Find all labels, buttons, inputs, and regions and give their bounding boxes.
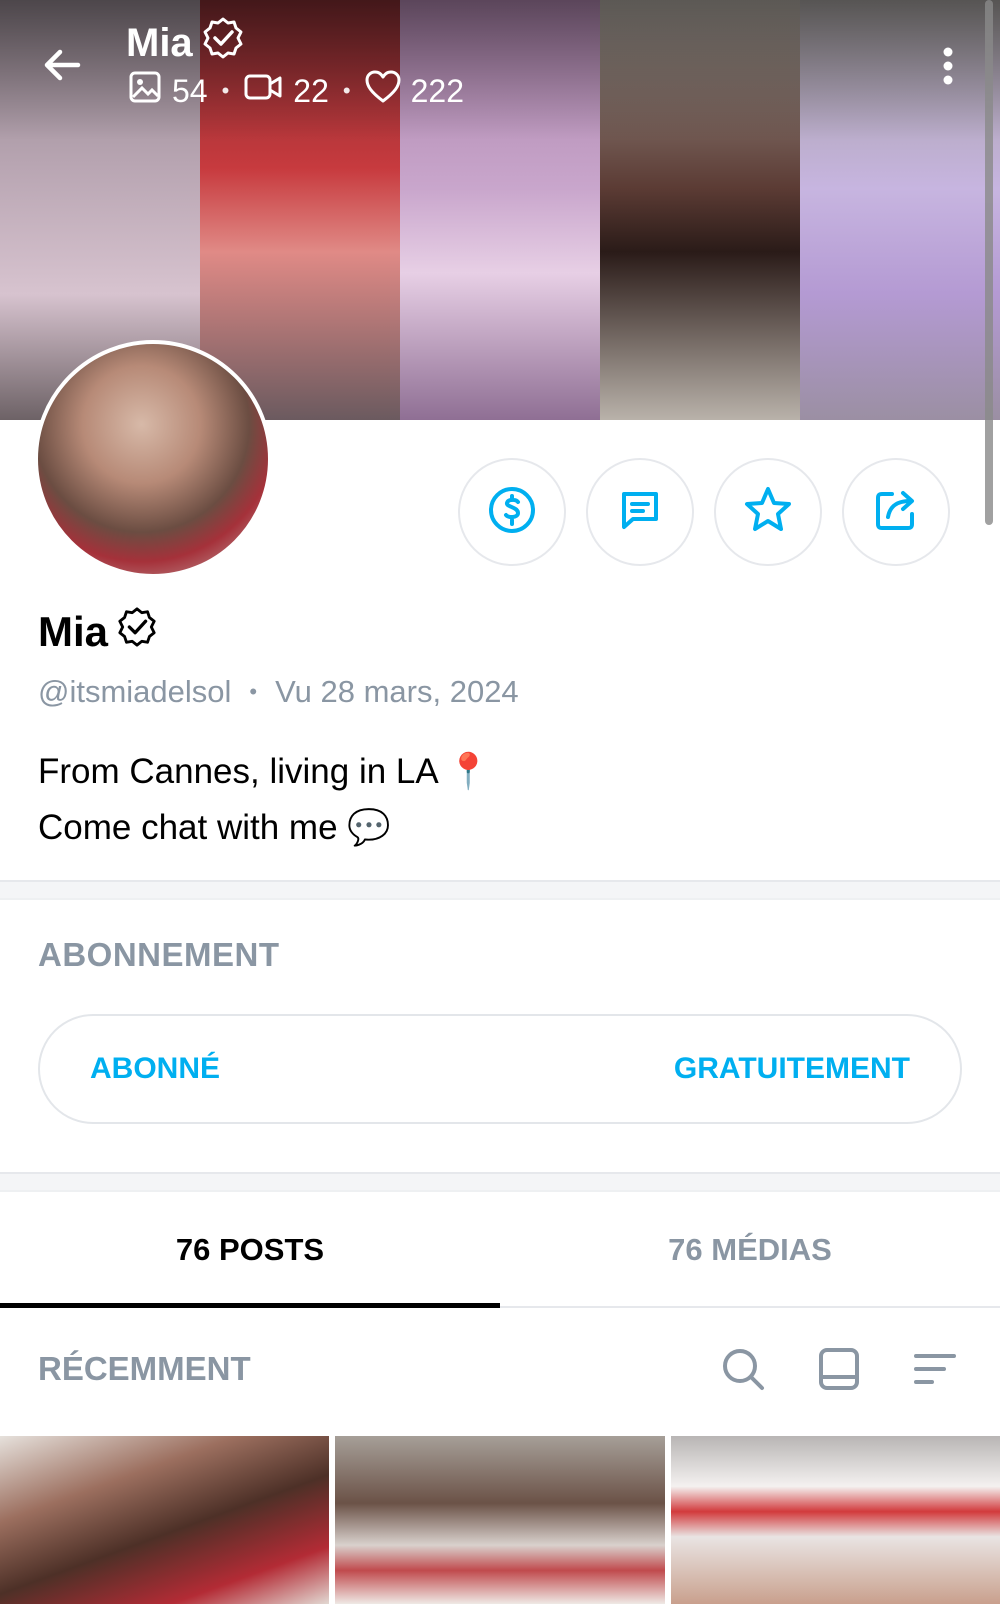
handle-separator: • (249, 679, 258, 704)
media-thumbnail[interactable] (0, 1436, 330, 1604)
verified-badge-icon (116, 606, 158, 658)
avatar[interactable] (34, 340, 272, 578)
header-name: Mia (126, 16, 245, 70)
subscribed-label: ABONNÉ (90, 1052, 221, 1085)
back-arrow-icon[interactable] (38, 40, 88, 90)
dollar-icon (487, 485, 537, 540)
media-thumbnail[interactable] (335, 1436, 665, 1604)
likes-count: 222 (410, 72, 464, 109)
bio-line: From Cannes, living in LA 📍 (38, 752, 491, 791)
last-seen: Vu 28 mars, 2024 (275, 674, 519, 709)
content-tabs: 76 POSTS 76 MÉDIAS (0, 1194, 1000, 1308)
recent-title: RÉCEMMENT (38, 1350, 251, 1387)
verified-badge-icon (201, 16, 245, 70)
favorite-button[interactable] (714, 458, 822, 566)
media-thumbnail[interactable] (670, 1436, 1000, 1604)
image-icon (128, 70, 162, 112)
message-icon (615, 485, 665, 540)
video-icon (243, 70, 283, 112)
price-label: GRATUITEMENT (673, 1052, 910, 1085)
bio: From Cannes, living in LA 📍 Come chat wi… (38, 744, 490, 856)
bio-line: Come chat with me 💬 (38, 808, 391, 847)
videos-count: 22 (293, 72, 329, 109)
search-icon[interactable] (720, 1346, 766, 1392)
layout-icon[interactable] (816, 1346, 862, 1392)
profile-name: Mia (38, 606, 158, 658)
photos-stat: 54 (128, 70, 208, 112)
feed-tools (720, 1346, 958, 1392)
share-icon (870, 484, 922, 541)
stat-separator: • (221, 78, 230, 103)
media-grid (0, 1436, 1000, 1604)
section-divider (0, 1172, 1000, 1192)
scrollbar[interactable] (985, 0, 993, 525)
more-options-icon[interactable] (930, 44, 966, 88)
tab-posts[interactable]: 76 POSTS (0, 1194, 500, 1308)
tip-button[interactable] (458, 458, 566, 566)
section-divider (0, 880, 1000, 900)
profile-actions (458, 458, 950, 566)
subscribed-button[interactable]: ABONNÉ GRATUITEMENT (38, 1014, 962, 1124)
stat-separator: • (342, 78, 351, 103)
videos-stat: 22 (243, 70, 329, 112)
header-stats: 54 • 22 • 222 (128, 70, 464, 112)
tab-media[interactable]: 76 MÉDIAS (500, 1194, 1000, 1306)
profile-name-text: Mia (38, 608, 109, 655)
subscription-title: ABONNEMENT (38, 936, 280, 973)
header-name-text: Mia (126, 20, 193, 65)
username-handle: @itsmiadelsol (38, 674, 232, 709)
handle-row: @itsmiadelsol • Vu 28 mars, 2024 (38, 674, 519, 710)
sort-icon[interactable] (912, 1346, 958, 1392)
photos-count: 54 (172, 72, 208, 109)
star-icon (742, 484, 794, 541)
heart-icon (365, 70, 401, 112)
message-button[interactable] (586, 458, 694, 566)
likes-stat: 222 (365, 70, 464, 112)
share-button[interactable] (842, 458, 950, 566)
